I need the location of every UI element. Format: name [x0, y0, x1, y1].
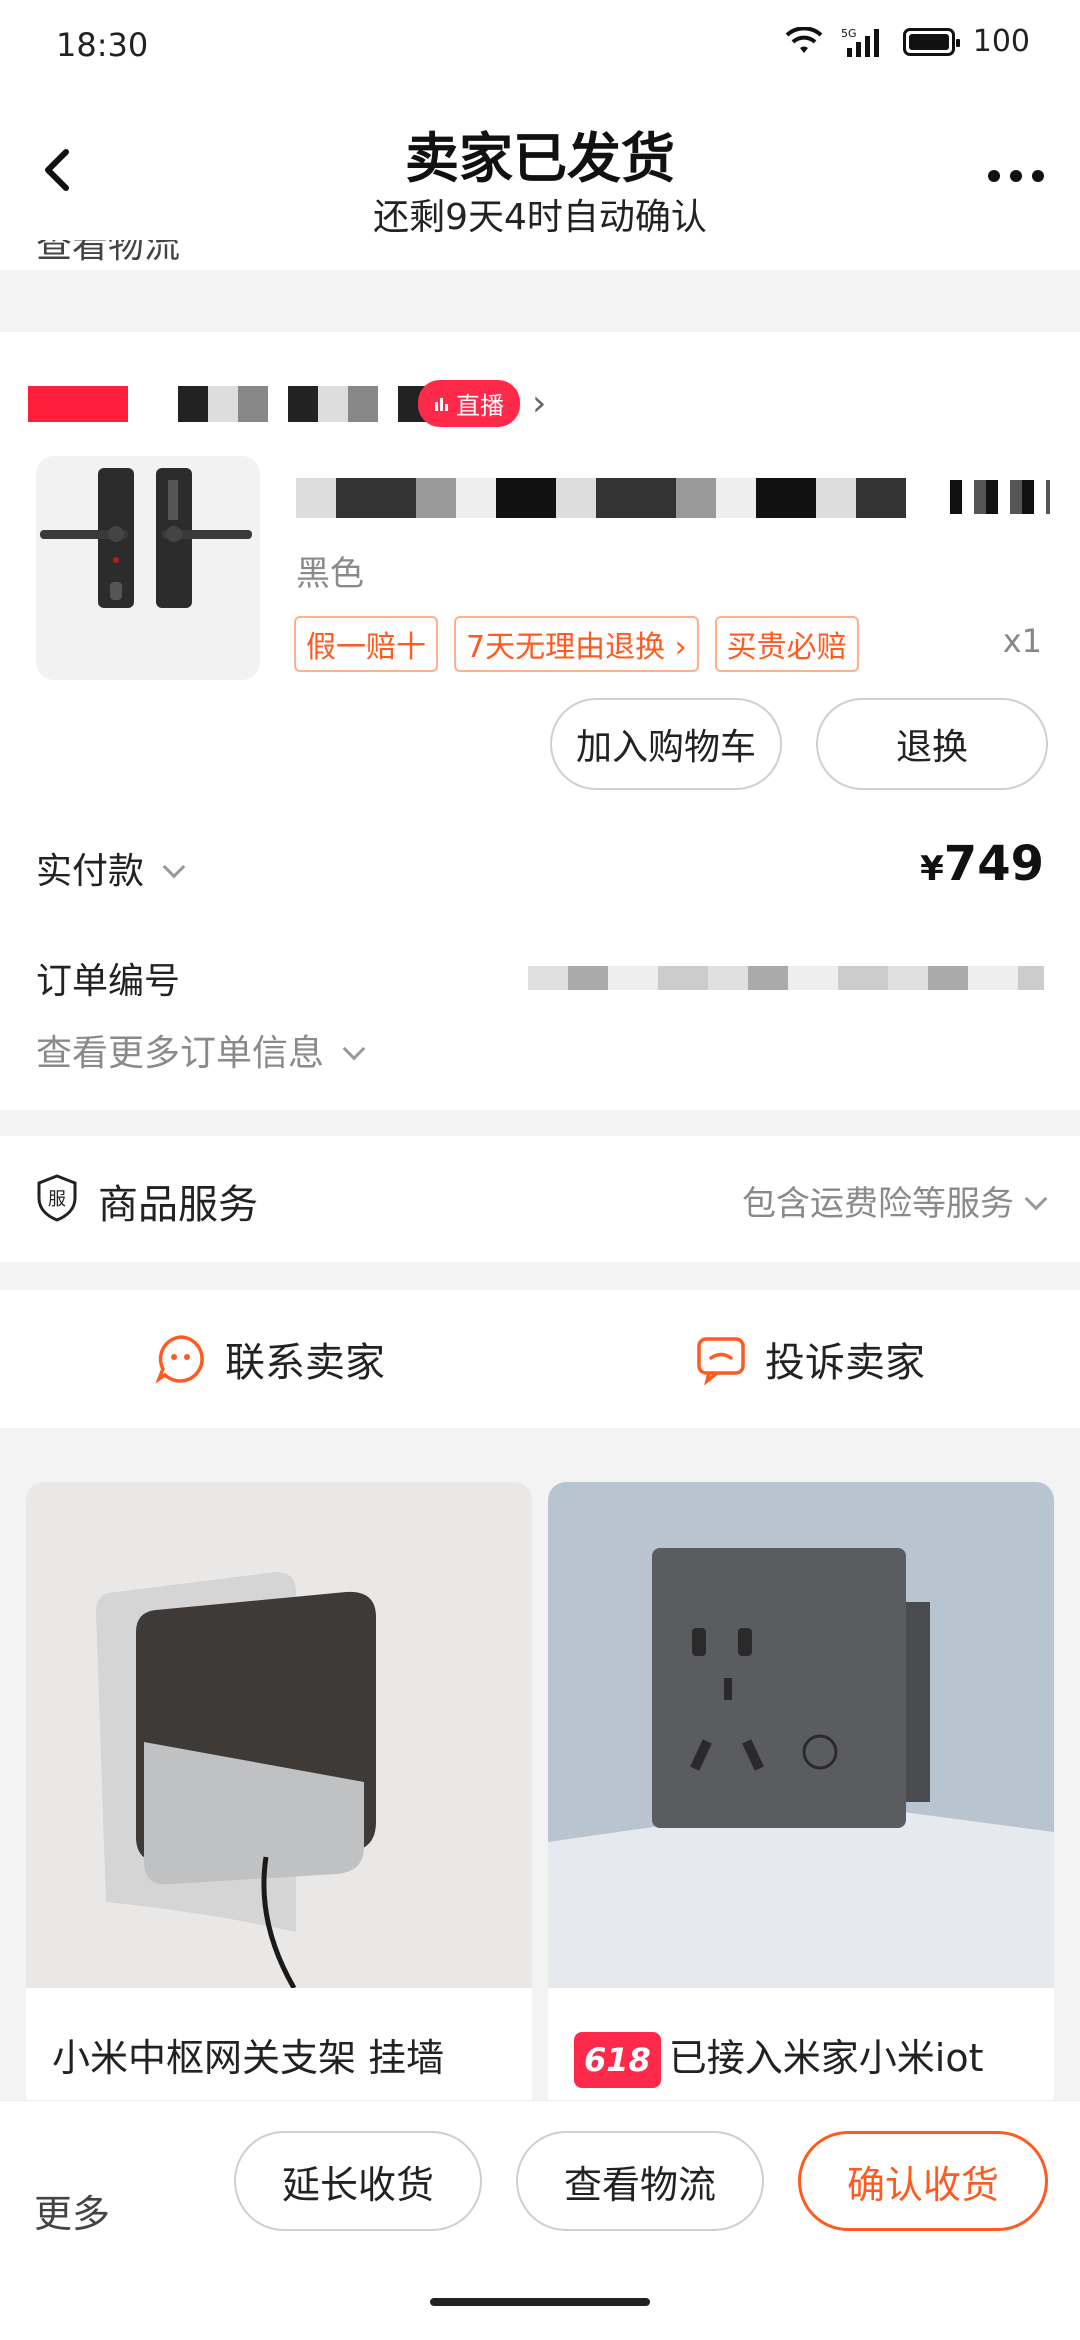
shop-logo	[28, 385, 128, 422]
product-image-gateway-mount	[26, 1482, 532, 1990]
header: 卖家已发货 还剩9天4时自动确认	[0, 90, 1080, 240]
more-order-info-link[interactable]: 查看更多订单信息	[36, 1024, 366, 1076]
shield-service-icon: 服	[37, 1174, 77, 1222]
home-indicator[interactable]	[430, 2298, 650, 2306]
view-logistics-button[interactable]: 查看物流	[516, 2131, 764, 2231]
bottom-action-bar: 更多 延长收货 查看物流 确认收货	[0, 2100, 1080, 2340]
paid-label-group: 实付款	[36, 842, 186, 894]
paid-amount-row[interactable]: 实付款 ¥749	[36, 836, 1044, 894]
cellular-signal-icon: 5G	[841, 27, 879, 57]
tag-7day-return[interactable]: 7天无理由退换 ›	[454, 616, 699, 672]
order-number-redacted	[528, 966, 1044, 990]
paid-label: 实付款	[36, 851, 145, 892]
recommendation-title: 小米中枢网关支架 挂墙	[52, 2036, 445, 2080]
recommendations: 小米中枢网关支架 挂墙 618 已接入米家小米iot	[0, 1456, 1080, 2182]
scrolled-logistics-text: 查看物流	[0, 240, 1080, 270]
tag-price-guarantee: 买贵必赔	[714, 616, 859, 672]
service-value-text: 包含运费险等服务	[742, 1184, 1014, 1224]
status-time: 18:30	[56, 26, 149, 64]
shop-row[interactable]: 直播 ›	[28, 380, 546, 427]
tag-fake-compensation: 假一赔十	[294, 616, 438, 672]
shop-name-redacted	[178, 385, 428, 422]
confirm-receipt-button[interactable]: 确认收货	[798, 2131, 1048, 2231]
currency-symbol: ¥	[920, 849, 944, 889]
recommendation-card[interactable]: 618 已接入米家小米iot	[548, 1482, 1054, 2182]
chevron-down-icon	[342, 1037, 366, 1061]
add-to-cart-button[interactable]: 加入购物车	[550, 698, 782, 790]
extend-receipt-button[interactable]: 延长收货	[234, 2131, 482, 2231]
order-number-label: 订单编号	[36, 961, 181, 1002]
recommendation-title-text: 已接入米家小米iot	[668, 2036, 984, 2080]
product-tags: 假一赔十 7天无理由退换 › 买贵必赔	[294, 616, 859, 672]
status-bar: 18:30 5G 100	[0, 0, 1080, 90]
service-label: 商品服务	[98, 1182, 258, 1228]
paid-amount: ¥749	[920, 836, 1044, 892]
chat-face-icon	[155, 1335, 204, 1384]
more-options-icon[interactable]	[988, 170, 1044, 182]
complain-seller-label: 投诉卖家	[765, 1340, 925, 1386]
product-image-smart-lock[interactable]	[36, 456, 260, 680]
chevron-down-icon	[1024, 1187, 1048, 1211]
promo-618-badge: 618	[574, 2032, 661, 2088]
chevron-right-icon: ›	[532, 383, 547, 424]
svg-text:5G: 5G	[841, 27, 857, 40]
status-icons: 5G 100	[785, 24, 1030, 59]
service-value: 包含运费险等服务	[742, 1176, 1048, 1225]
complain-seller-button[interactable]: 投诉卖家	[540, 1290, 1080, 1428]
item-actions: 加入购物车 退换	[550, 698, 1048, 790]
product-name-redacted-end	[950, 480, 1050, 514]
live-badge: 直播	[418, 380, 520, 427]
service-card[interactable]: 服 商品服务 包含运费险等服务	[0, 1136, 1080, 1262]
return-exchange-button[interactable]: 退换	[816, 698, 1048, 790]
battery-level: 100	[972, 24, 1030, 59]
order-number-row: 订单编号	[36, 952, 1044, 1002]
recommendation-card[interactable]: 小米中枢网关支架 挂墙	[26, 1482, 532, 2182]
quantity: x1	[1002, 622, 1042, 660]
wifi-icon	[785, 26, 823, 53]
paid-amount-value: 749	[943, 836, 1044, 892]
product-name-redacted[interactable]	[296, 478, 906, 518]
contact-seller-label: 联系卖家	[225, 1340, 385, 1386]
live-bars-icon	[435, 397, 448, 411]
order-card: 直播 › 黑色 假一赔十 7天无理由退换 › 买贵必赔 x1 加入购物车 退换 …	[0, 332, 1080, 1110]
product-image-smart-socket	[548, 1482, 1054, 1988]
complaint-bubble-icon	[697, 1337, 745, 1385]
contact-seller-button[interactable]: 联系卖家	[0, 1290, 540, 1428]
more-actions-link[interactable]: 更多	[34, 2183, 110, 2238]
svg-text:服: 服	[48, 1189, 66, 1210]
page-title: 卖家已发货	[405, 127, 675, 190]
chevron-down-icon	[162, 855, 186, 879]
battery-icon	[902, 27, 960, 56]
contact-card: 联系卖家 投诉卖家	[0, 1290, 1080, 1428]
recommendation-title: 618 已接入米家小米iot	[574, 2030, 1034, 2088]
more-order-info-label: 查看更多订单信息	[36, 1033, 325, 1074]
product-variant: 黑色	[296, 554, 364, 594]
auto-confirm-countdown: 还剩9天4时自动确认	[373, 197, 707, 238]
